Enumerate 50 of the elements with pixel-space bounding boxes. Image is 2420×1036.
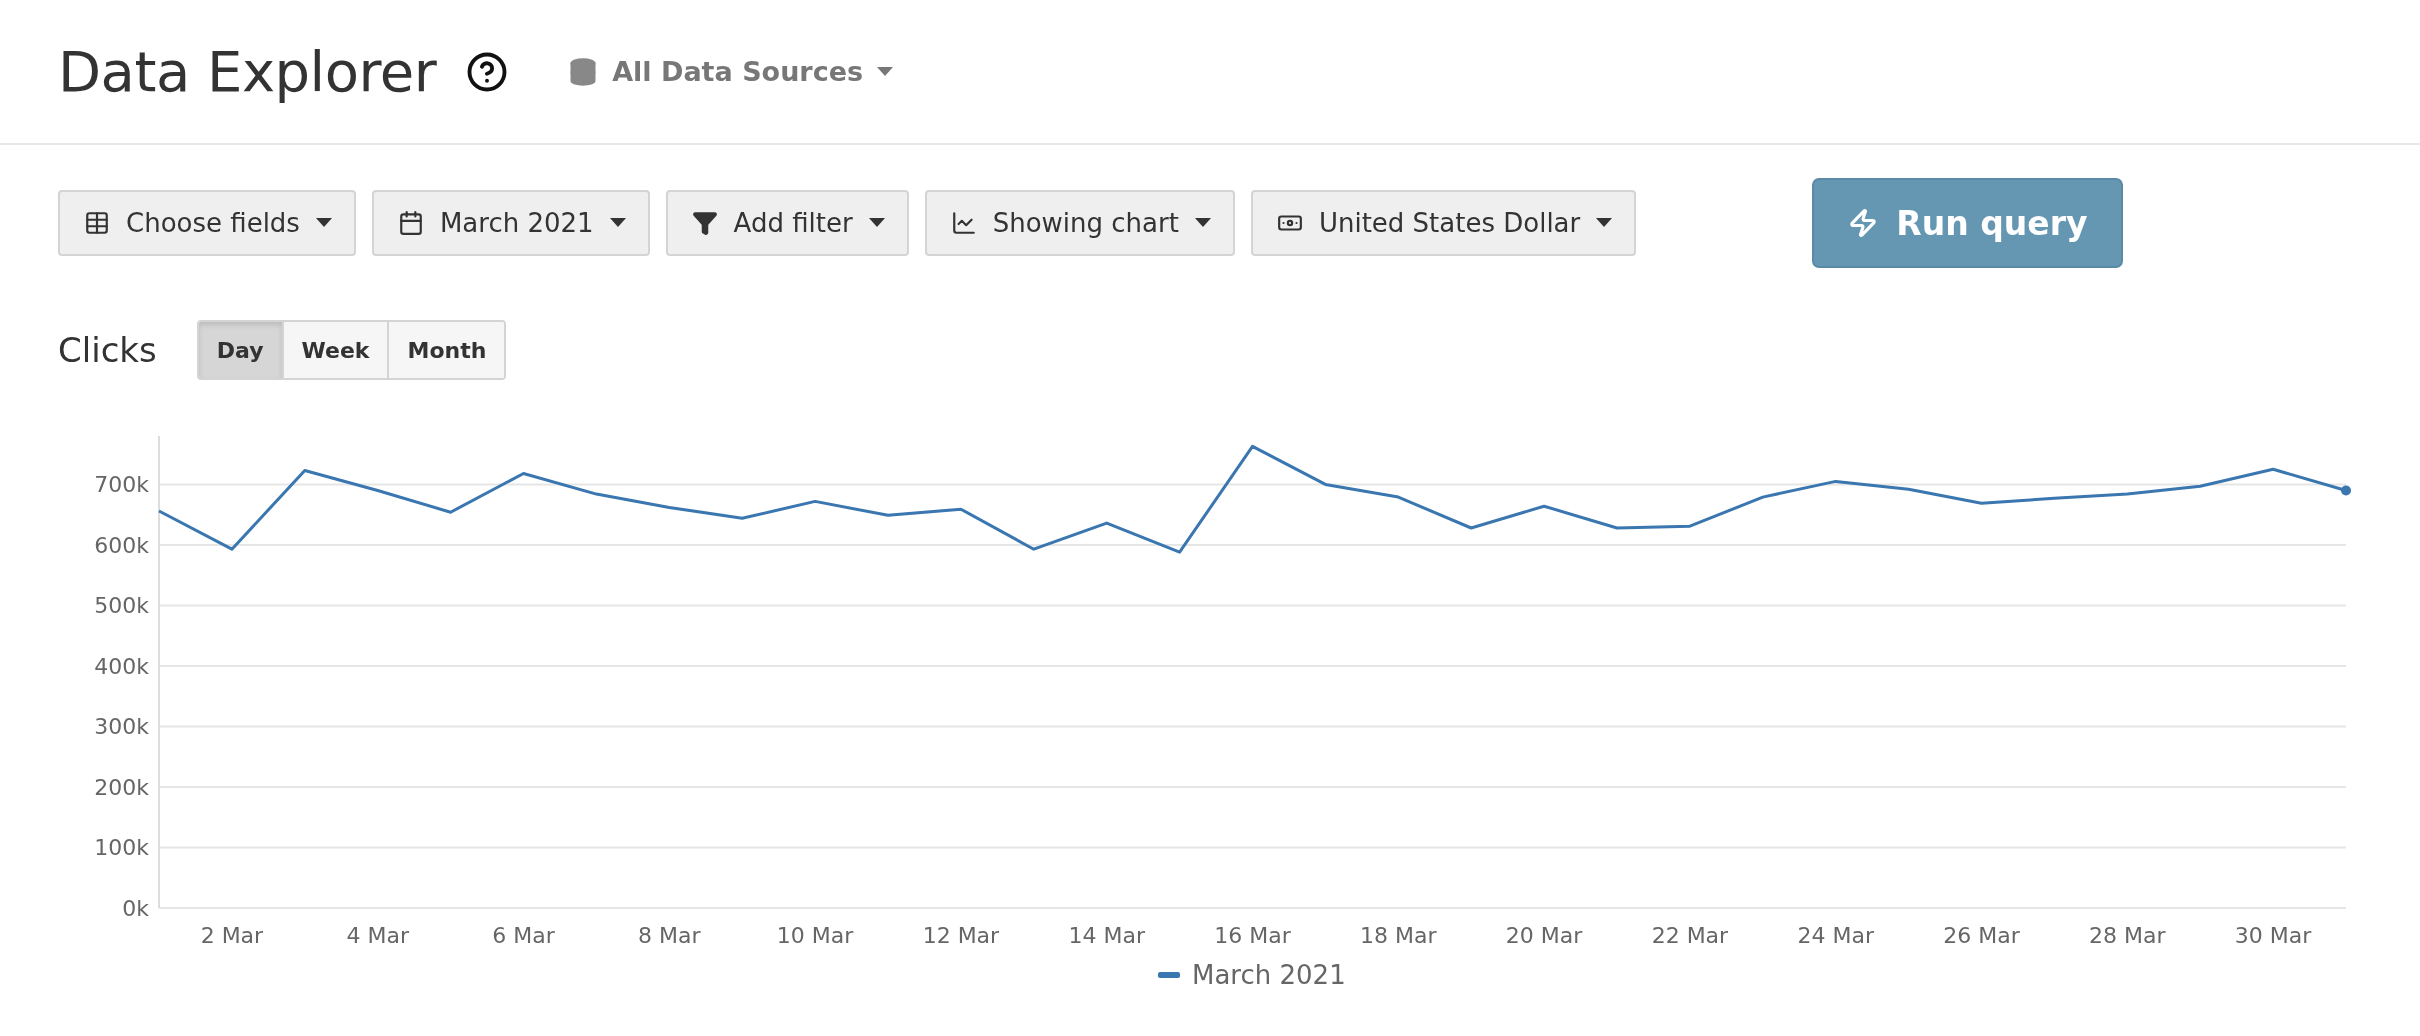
caret-icon — [609, 218, 626, 228]
legend-item[interactable]: March 2021 — [1158, 960, 1346, 990]
y-axis-label: 700k — [94, 472, 149, 498]
caret-icon — [1194, 218, 1211, 228]
database-icon — [568, 56, 599, 87]
calendar-icon — [397, 210, 424, 236]
caret-icon — [315, 218, 332, 228]
y-axis-label: 500k — [94, 593, 149, 619]
x-axis-label: 2 Mar — [200, 923, 264, 948]
x-axis-label: 4 Mar — [346, 923, 409, 948]
chart-title: Clicks — [58, 330, 157, 370]
x-axis-label: 24 Mar — [1797, 923, 1874, 948]
toolbar-dropdown[interactable]: Add filter — [665, 190, 909, 256]
toolbar-dropdown[interactable]: Choose fields — [58, 190, 356, 256]
data-source-dropdown[interactable]: All Data Sources — [568, 52, 894, 91]
toolbar-dropdown[interactable]: March 2021 — [371, 190, 650, 256]
period-toggle[interactable]: Month — [387, 322, 505, 378]
y-axis-label: 100k — [94, 835, 149, 861]
toolbar-dropdown[interactable]: United States Dollar — [1250, 190, 1637, 256]
filter-icon — [691, 210, 718, 236]
x-axis-label: 12 Mar — [922, 923, 1000, 948]
x-axis-label: 20 Mar — [1505, 923, 1583, 948]
y-axis-label: 600k — [94, 532, 149, 558]
x-axis-label: 18 Mar — [1360, 923, 1437, 948]
caret-icon — [868, 218, 885, 228]
y-axis-label: 200k — [94, 774, 149, 800]
y-axis-label: 400k — [94, 653, 149, 679]
x-axis-label: 10 Mar — [776, 923, 854, 948]
x-axis-label: 30 Mar — [2234, 923, 2312, 948]
toolbar-dropdown[interactable]: Showing chart — [924, 190, 1235, 256]
x-axis-label: 14 Mar — [1068, 923, 1145, 948]
caret-icon — [877, 66, 894, 77]
x-axis-label: 22 Mar — [1651, 923, 1729, 948]
x-axis-label: 26 Mar — [1943, 923, 2020, 948]
y-axis-label: 0k — [122, 896, 149, 921]
point-marker — [2341, 485, 2351, 496]
caret-icon — [1596, 218, 1613, 228]
x-axis-label: 28 Mar — [2089, 923, 2166, 948]
table-icon — [84, 210, 110, 236]
legend-label: March 2021 — [1192, 960, 1346, 990]
period-toggle[interactable]: Day — [198, 322, 282, 378]
x-axis-label: 16 Mar — [1214, 923, 1291, 948]
x-axis-label: 6 Mar — [492, 923, 555, 948]
period-toggle[interactable]: Week — [281, 322, 388, 378]
page-title: Data Explorer — [58, 39, 437, 104]
line-chart-icon — [950, 210, 977, 236]
lightning-icon — [1848, 208, 1879, 238]
x-axis-label: 8 Mar — [638, 923, 701, 948]
y-axis-label: 300k — [94, 714, 149, 740]
help-icon[interactable] — [466, 50, 509, 93]
